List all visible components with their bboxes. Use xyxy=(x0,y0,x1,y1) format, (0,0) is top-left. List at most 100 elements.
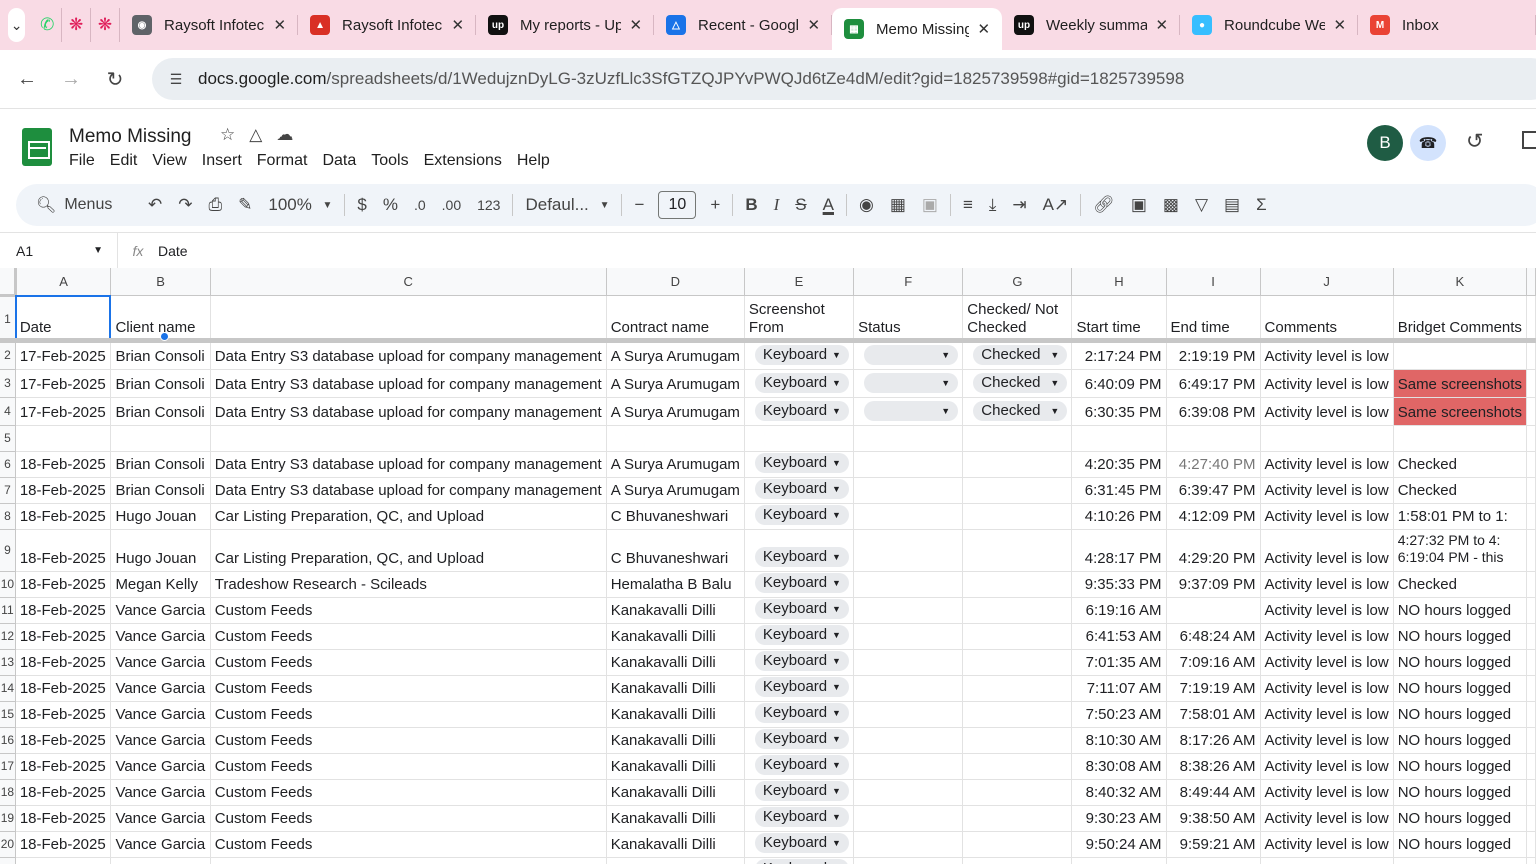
bridget-comments-cell[interactable]: NO hours logged xyxy=(1393,857,1528,864)
row-header[interactable]: 13 xyxy=(0,649,16,676)
cell[interactable] xyxy=(1526,857,1536,864)
screenshot-cell[interactable]: Keyboard ▼ xyxy=(744,397,855,426)
text-wrap-icon[interactable]: ⇥ xyxy=(1004,184,1034,226)
comments-cell[interactable]: Activity level is low xyxy=(1260,341,1394,370)
bridget-comments-cell[interactable]: NO hours logged xyxy=(1393,779,1528,806)
cell[interactable] xyxy=(1526,701,1536,728)
contract-cell[interactable]: Kanakavalli Dilli xyxy=(606,831,745,858)
menu-help[interactable]: Help xyxy=(517,152,550,170)
cell[interactable] xyxy=(1526,675,1536,702)
screenshot-cell[interactable]: Keyboard ▼ xyxy=(744,341,855,370)
browser-tab-6[interactable]: up Weekly summary ✕ xyxy=(1002,0,1181,50)
date-cell[interactable]: 18-Feb-2025 xyxy=(15,701,112,728)
cell[interactable] xyxy=(1526,425,1536,452)
checked-cell[interactable] xyxy=(962,649,1073,676)
cell[interactable] xyxy=(1166,425,1261,452)
column-header-g[interactable]: G xyxy=(962,268,1073,296)
cell[interactable] xyxy=(1526,341,1536,370)
bridget-comments-cell[interactable]: NO hours logged xyxy=(1393,623,1528,650)
dropdown-chip[interactable]: ▼ xyxy=(864,344,959,365)
dropdown-chip[interactable]: Checked ▼ xyxy=(973,344,1068,365)
checked-cell[interactable] xyxy=(962,503,1073,530)
cell[interactable] xyxy=(210,425,607,452)
end-time-cell[interactable]: 6:49:17 PM xyxy=(1166,369,1261,398)
cell[interactable] xyxy=(1526,779,1536,806)
bridget-comments-cell[interactable]: 1:58:01 PM to 1: xyxy=(1393,503,1528,530)
end-time-cell[interactable]: 10:09:20 AM xyxy=(1166,857,1261,864)
checked-cell[interactable] xyxy=(962,805,1073,832)
bridget-comments-cell[interactable]: NO hours logged xyxy=(1393,675,1528,702)
screenshot-cell[interactable]: Keyboard ▼ xyxy=(744,779,855,806)
row-header[interactable]: 1 xyxy=(0,295,16,342)
client-cell[interactable]: Vance Garcia xyxy=(110,779,211,806)
menu-data[interactable]: Data xyxy=(322,152,356,170)
status-cell[interactable] xyxy=(853,597,964,624)
contract-cell[interactable]: C Bhuvaneshwari xyxy=(606,503,745,530)
end-time-cell[interactable]: 7:09:16 AM xyxy=(1166,649,1261,676)
row-header[interactable]: 20 xyxy=(0,831,16,858)
insert-comment-icon[interactable]: ▣ xyxy=(1123,184,1155,226)
browser-tab-3[interactable]: up My reports - Upwork ✕ xyxy=(476,0,655,50)
header-cell[interactable]: Start time xyxy=(1071,295,1167,342)
dropdown-chip[interactable]: Checked ▼ xyxy=(973,400,1068,421)
selection-fill-handle[interactable] xyxy=(160,332,169,341)
start-time-cell[interactable]: 9:50:24 AM xyxy=(1071,831,1167,858)
date-cell[interactable]: 17-Feb-2025 xyxy=(15,369,112,398)
row-header[interactable]: 19 xyxy=(0,805,16,832)
contract-cell[interactable]: A Surya Arumugam xyxy=(606,477,745,504)
cell[interactable] xyxy=(853,425,964,452)
dropdown-chip[interactable]: ▼ xyxy=(864,372,959,393)
cell[interactable] xyxy=(1393,425,1528,452)
site-info-icon[interactable]: ☰ xyxy=(162,65,190,93)
start-time-cell[interactable]: 9:35:33 PM xyxy=(1071,571,1167,598)
screenshot-cell[interactable]: Keyboard ▼ xyxy=(744,805,855,832)
status-cell[interactable] xyxy=(853,571,964,598)
client-cell[interactable]: Vance Garcia xyxy=(110,805,211,832)
start-time-cell[interactable]: 7:01:35 AM xyxy=(1071,649,1167,676)
cell[interactable] xyxy=(1526,369,1536,398)
start-time-cell[interactable]: 6:19:16 AM xyxy=(1071,597,1167,624)
start-time-cell[interactable]: 6:40:09 PM xyxy=(1071,369,1167,398)
status-cell[interactable] xyxy=(853,649,964,676)
row-header[interactable]: 12 xyxy=(0,623,16,650)
horizontal-align-icon[interactable]: ≡ xyxy=(955,184,981,226)
date-cell[interactable]: 18-Feb-2025 xyxy=(15,779,112,806)
checked-cell[interactable] xyxy=(962,675,1073,702)
dropdown-chip[interactable]: Keyboard ▼ xyxy=(754,754,849,775)
screenshot-cell[interactable]: Keyboard ▼ xyxy=(744,597,855,624)
checked-cell[interactable] xyxy=(962,831,1073,858)
end-time-cell[interactable]: 9:59:21 AM xyxy=(1166,831,1261,858)
end-time-cell[interactable]: 6:39:47 PM xyxy=(1166,477,1261,504)
client-cell[interactable]: Vance Garcia xyxy=(110,727,211,754)
client-cell[interactable]: Brian Consoli xyxy=(110,477,211,504)
comments-cell[interactable]: Activity level is low xyxy=(1260,477,1394,504)
end-time-cell[interactable]: 4:12:09 PM xyxy=(1166,503,1261,530)
start-time-cell[interactable]: 6:30:35 PM xyxy=(1071,397,1167,426)
end-time-cell[interactable]: 4:29:20 PM xyxy=(1166,529,1261,572)
screenshot-cell[interactable]: Keyboard ▼ xyxy=(744,831,855,858)
close-icon[interactable]: ✕ xyxy=(451,16,464,34)
status-cell[interactable]: ▼ xyxy=(853,369,964,398)
cell[interactable] xyxy=(110,425,211,452)
cell[interactable] xyxy=(1526,451,1536,478)
client-cell[interactable]: Vance Garcia xyxy=(110,831,211,858)
comments-cell[interactable]: Activity level is low xyxy=(1260,571,1394,598)
start-time-cell[interactable]: 8:40:32 AM xyxy=(1071,779,1167,806)
column-header-k[interactable]: K xyxy=(1393,268,1528,296)
decrease-font-size-button[interactable]: − xyxy=(626,184,652,226)
end-time-cell[interactable]: 8:49:44 AM xyxy=(1166,779,1261,806)
screenshot-cell[interactable]: Keyboard ▼ xyxy=(744,529,855,572)
cell[interactable] xyxy=(1526,397,1536,426)
client-cell[interactable]: Brian Consoli xyxy=(110,341,211,370)
task-cell[interactable]: Custom Feeds xyxy=(210,623,607,650)
comments-cell[interactable]: Activity level is low xyxy=(1260,451,1394,478)
client-cell[interactable]: Vance Garcia xyxy=(110,623,211,650)
name-box[interactable]: A1 ▼ xyxy=(0,232,118,269)
end-time-cell[interactable]: 6:39:08 PM xyxy=(1166,397,1261,426)
column-header-i[interactable]: I xyxy=(1166,268,1261,296)
star-icon[interactable]: ☆ xyxy=(220,125,235,145)
currency-format-button[interactable]: $ xyxy=(349,184,374,226)
task-cell[interactable]: Data Entry S3 database upload for compan… xyxy=(210,369,607,398)
task-cell[interactable]: Custom Feeds xyxy=(210,597,607,624)
end-time-cell[interactable]: 8:38:26 AM xyxy=(1166,753,1261,780)
